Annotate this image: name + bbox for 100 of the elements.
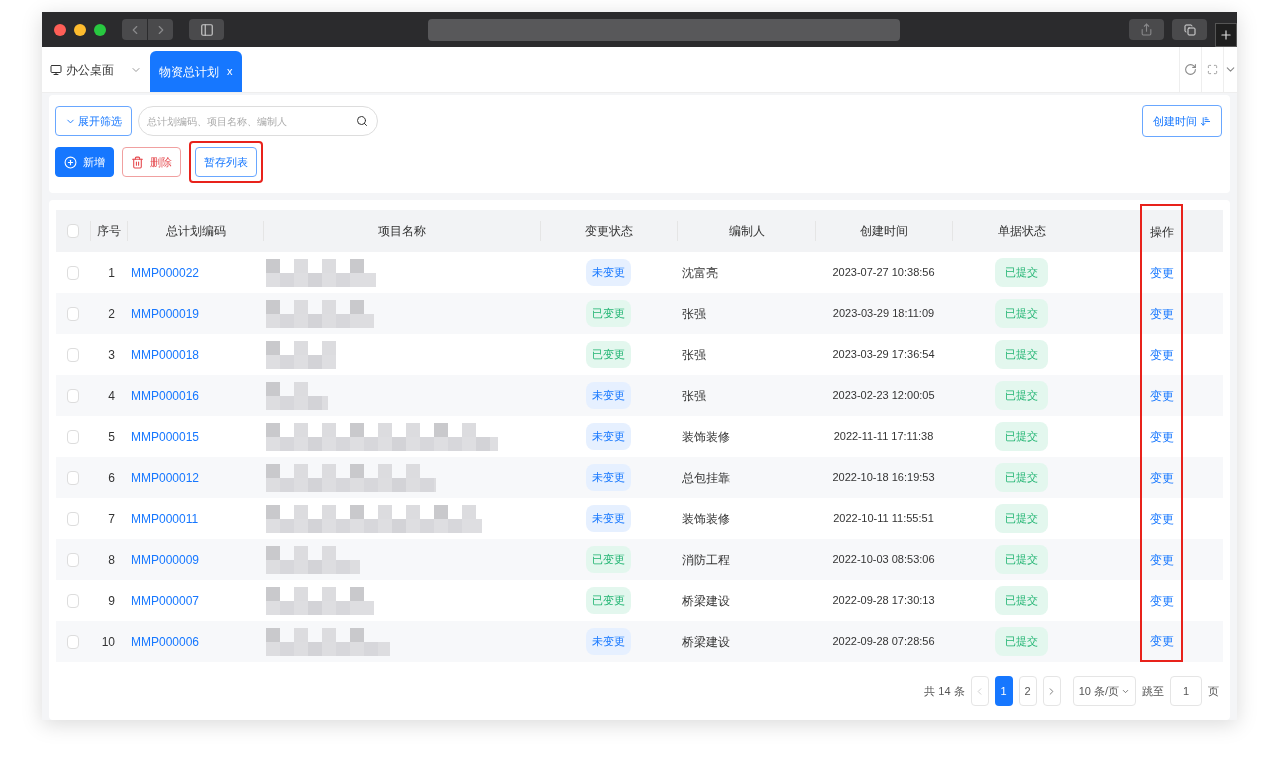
document-status-tag: 已提交 — [994, 299, 1048, 328]
toolbar-button[interactable]: 新增 — [55, 147, 114, 177]
checkbox[interactable] — [67, 265, 79, 280]
table-cell-text: 2022-10-11 11:55:51 — [833, 511, 934, 527]
change-link[interactable]: 变更 — [1149, 509, 1174, 528]
share-icon — [1140, 23, 1153, 36]
table-cell-text: 装饰装修 — [682, 510, 730, 528]
change-link[interactable]: 变更 — [1149, 386, 1174, 405]
change-status-tag: 已变更 — [586, 587, 631, 614]
checkbox[interactable] — [67, 552, 79, 567]
table-cell-text: 5 — [108, 428, 115, 446]
plan-code-link[interactable]: MMP000018 — [131, 345, 200, 364]
new-tab-button[interactable] — [1215, 23, 1237, 47]
change-link[interactable]: 变更 — [1149, 263, 1174, 282]
toolbar-button[interactable]: 删除 — [122, 147, 181, 177]
column-header: 单据状态 — [997, 223, 1046, 240]
jump-label: 跳至 — [1142, 683, 1164, 699]
plus-circle-icon — [64, 155, 77, 169]
checkbox[interactable] — [67, 306, 79, 321]
address-bar[interactable] — [428, 18, 900, 41]
change-link[interactable]: 变更 — [1149, 304, 1174, 323]
trash-icon — [131, 155, 144, 169]
column-header: 操作 — [1149, 224, 1174, 241]
minimize-window-icon[interactable] — [74, 23, 86, 36]
page-button[interactable]: 1 — [994, 676, 1013, 706]
tab-close[interactable]: x — [227, 63, 233, 80]
checkbox[interactable] — [67, 593, 79, 608]
table-cell-text: 张强 — [682, 387, 706, 405]
table-cell-text: 张强 — [682, 305, 706, 323]
page-tab[interactable]: 物资总计划 x — [150, 51, 242, 92]
change-status-tag: 未变更 — [586, 382, 631, 409]
forward-button[interactable] — [148, 19, 173, 40]
change-link[interactable]: 变更 — [1149, 550, 1174, 569]
plan-code-link[interactable]: MMP000007 — [131, 591, 200, 610]
document-status-tag: 已提交 — [994, 381, 1048, 410]
document-status-tag: 已提交 — [994, 627, 1048, 656]
column-header: 编制人 — [728, 223, 765, 240]
plan-code-link[interactable]: MMP000009 — [131, 550, 200, 569]
checkbox[interactable] — [67, 470, 79, 485]
plan-code-link[interactable]: MMP000011 — [131, 509, 199, 528]
table-cell-text: 2 — [108, 305, 115, 323]
change-link[interactable]: 变更 — [1149, 427, 1174, 446]
plan-code-link[interactable]: MMP000022 — [131, 263, 200, 282]
checkbox[interactable] — [67, 388, 79, 403]
page-suffix: 页 — [1208, 683, 1219, 699]
plan-code-link[interactable]: MMP000015 — [131, 427, 200, 446]
change-status-tag: 已变更 — [586, 300, 631, 327]
change-status-tag: 已变更 — [586, 546, 631, 573]
change-link[interactable]: 变更 — [1149, 468, 1174, 487]
table-cell-text: 2023-02-23 12:00:05 — [832, 388, 935, 404]
column-header: 总计划编码 — [165, 223, 226, 240]
change-link[interactable]: 变更 — [1149, 591, 1174, 610]
jump-page-field[interactable]: 1 — [1170, 676, 1202, 706]
change-status-tag: 已变更 — [586, 341, 631, 368]
table-cell-text: 2022-10-03 08:53:06 — [832, 552, 935, 568]
share-button[interactable] — [1129, 19, 1164, 40]
column-header: 序号 — [97, 223, 121, 240]
search-icon — [356, 115, 368, 127]
table-cell-text: 2022-09-28 17:30:13 — [832, 593, 935, 609]
zoom-window-icon[interactable] — [94, 23, 106, 36]
document-status-tag: 已提交 — [994, 504, 1048, 533]
plan-code-link[interactable]: MMP000012 — [131, 468, 200, 487]
close-window-icon[interactable] — [54, 23, 66, 36]
change-status-tag: 未变更 — [586, 628, 631, 655]
copy-icon — [1183, 23, 1196, 36]
table-cell-text: 2023-07-27 10:38:56 — [832, 265, 935, 281]
search-field[interactable]: 总计划编码、项目名称、编制人 — [138, 106, 378, 136]
checkbox[interactable] — [67, 511, 79, 526]
plan-code-link[interactable]: MMP000016 — [131, 386, 200, 405]
checkbox[interactable] — [67, 224, 79, 238]
sort-button[interactable]: 创建时间 — [1142, 105, 1222, 137]
document-status-tag: 已提交 — [994, 340, 1048, 369]
page-size-select[interactable]: 10 条/页 — [1072, 676, 1136, 706]
checkbox[interactable] — [67, 634, 79, 649]
toolbar-button[interactable]: 暂存列表 — [195, 147, 257, 177]
plan-code-link[interactable]: MMP000006 — [131, 632, 200, 651]
change-status-tag: 未变更 — [586, 464, 631, 491]
page-button[interactable]: 2 — [1018, 676, 1037, 706]
plan-code-link[interactable]: MMP000019 — [131, 304, 200, 323]
checkbox[interactable] — [67, 347, 79, 362]
tabs-overview-button[interactable] — [1172, 19, 1207, 40]
table-cell-text: 2023-03-29 17:36:54 — [832, 347, 935, 363]
previous-page-button[interactable] — [970, 676, 989, 706]
table-cell-text: 3 — [108, 346, 115, 364]
sidebar-icon — [199, 22, 214, 37]
table-cell-text: 2022-10-18 16:19:53 — [832, 470, 935, 486]
back-button[interactable] — [122, 19, 147, 40]
page-tab[interactable]: 办公桌面 — [42, 47, 150, 92]
document-status-tag: 已提交 — [994, 258, 1048, 287]
document-status-tag: 已提交 — [994, 463, 1048, 492]
sidebar-button[interactable] — [189, 19, 224, 40]
table-cell-text: 张强 — [682, 346, 706, 364]
next-page-button[interactable] — [1042, 676, 1061, 706]
change-link[interactable]: 变更 — [1149, 345, 1174, 364]
checkbox[interactable] — [67, 429, 79, 444]
expand-filter-button[interactable]: 展开筛选 — [55, 106, 132, 136]
column-header: 创建时间 — [860, 223, 908, 240]
redacted-text — [266, 340, 336, 369]
table-cell-text: 1 — [108, 264, 115, 282]
table-cell-text: 桥梁建设 — [682, 633, 730, 651]
